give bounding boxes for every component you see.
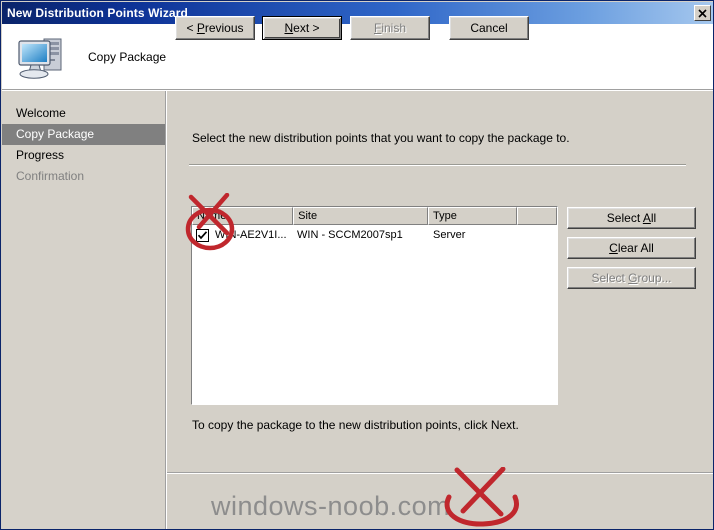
sidebar-item-label: Copy Package <box>16 127 95 141</box>
wizard-step-sidebar: Welcome Copy Package Progress Confirmati… <box>2 91 166 529</box>
table-row[interactable]: WIN-AE2V1I... WIN - SCCM2007sp1 Server <box>192 225 557 245</box>
sidebar-item-label: Confirmation <box>16 169 85 183</box>
distribution-points-list[interactable]: Name Site Type WIN-AE2V1I... WIN - SCCM2… <box>191 206 558 405</box>
select-all-button[interactable]: Select All <box>567 207 696 229</box>
list-header-row: Name Site Type <box>192 207 557 225</box>
column-header-type[interactable]: Type <box>428 207 518 225</box>
horizontal-rule <box>189 164 686 166</box>
sidebar-item-label: Welcome <box>16 106 66 120</box>
window-title: New Distribution Points Wizard <box>7 6 188 20</box>
instruction-text: Select the new distribution points that … <box>192 131 570 145</box>
sidebar-item-copy-package[interactable]: Copy Package <box>2 124 166 145</box>
sidebar-item-progress[interactable]: Progress <box>2 145 166 166</box>
cell-name: WIN-AE2V1I... <box>215 229 287 241</box>
previous-button[interactable]: < Previous <box>175 16 255 40</box>
row-checkbox[interactable] <box>196 228 209 242</box>
next-button[interactable]: Next > <box>262 16 342 40</box>
clear-all-button[interactable]: Clear All <box>567 237 696 259</box>
cell-site: WIN - SCCM2007sp1 <box>297 229 403 241</box>
finish-button: Finish <box>350 16 430 40</box>
wizard-page-title: Copy Package <box>88 50 167 64</box>
wizard-main-pane: Select the new distribution points that … <box>167 91 713 472</box>
sidebar-item-label: Progress <box>16 148 65 162</box>
next-hint-text: To copy the package to the new distribut… <box>192 418 519 432</box>
cancel-button[interactable]: Cancel <box>449 16 529 40</box>
column-header-site[interactable]: Site <box>293 207 429 225</box>
close-button[interactable] <box>694 5 711 21</box>
column-header-name[interactable]: Name <box>192 207 294 225</box>
wizard-button-bar <box>167 474 713 529</box>
sidebar-item-welcome[interactable]: Welcome <box>2 103 166 124</box>
column-header-blank[interactable] <box>517 207 557 225</box>
wizard-window: New Distribution Points Wizard Copy Pack… <box>0 0 714 530</box>
server-computer-icon <box>14 31 70 83</box>
select-group-button: Select Group... <box>567 267 696 289</box>
cell-type: Server <box>433 229 466 241</box>
close-x-icon <box>698 8 707 18</box>
sidebar-item-confirmation: Confirmation <box>2 166 166 187</box>
